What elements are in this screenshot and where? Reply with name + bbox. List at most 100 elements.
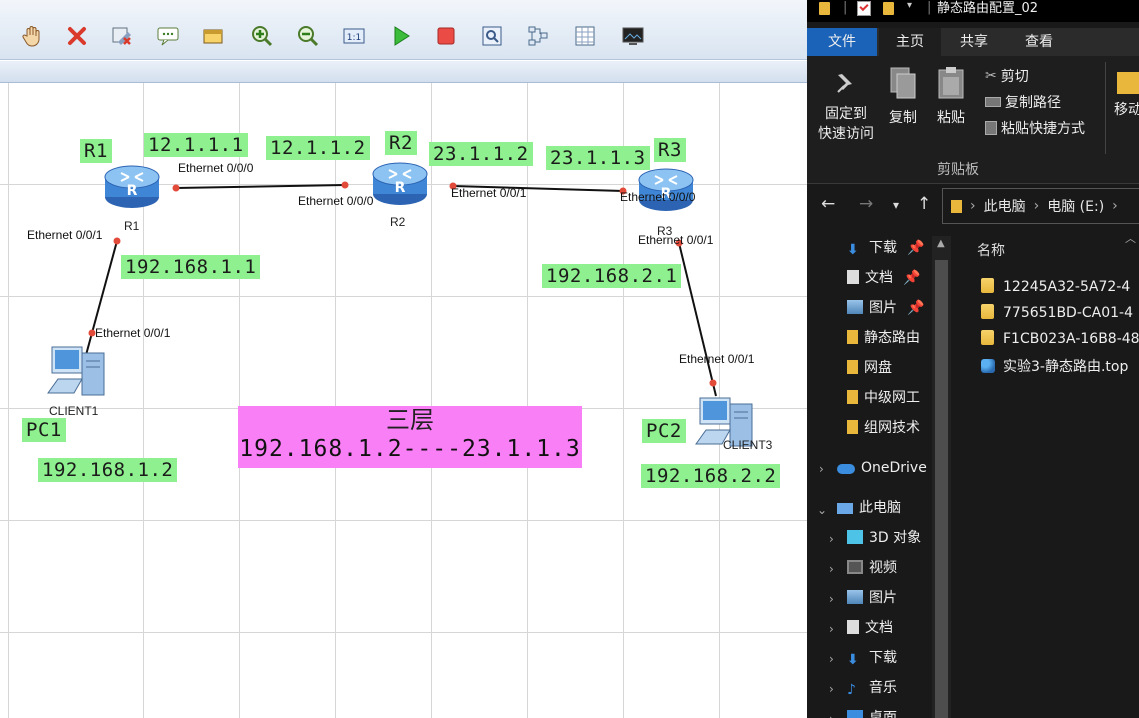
router-name-r1: R1 [124, 219, 140, 233]
nav-label: 视频 [869, 560, 897, 576]
nav-label: 此电脑 [859, 500, 901, 516]
tab-file[interactable]: 文件 [807, 28, 877, 56]
nav-item-music[interactable]: ♪ 音乐 [847, 673, 897, 703]
quick-access-dropdown-icon[interactable]: ▾ [907, 0, 912, 11]
nav-item-folder[interactable]: 静态路由 [847, 323, 920, 353]
port-dot [172, 184, 180, 192]
ip-label[interactable]: 23.1.1.3 [546, 146, 650, 170]
port-dot [709, 379, 717, 387]
move-to-button[interactable]: 移动 [1111, 70, 1139, 120]
router-r1[interactable]: R [103, 161, 161, 215]
nav-label: 下载 [869, 650, 897, 666]
breadcrumb-this-pc[interactable]: 此电脑 [984, 196, 1026, 216]
back-arrow-icon[interactable]: ← [821, 194, 835, 214]
ribbon-group-clipboard: 剪贴板 [937, 162, 979, 178]
file-item[interactable]: 12245A32-5A72-4 [981, 274, 1130, 300]
paste-shortcut-button[interactable]: 粘贴快捷方式 [985, 118, 1085, 138]
tag-r3[interactable]: R3 [654, 138, 686, 162]
client-pc1[interactable] [46, 343, 110, 407]
ip-label[interactable]: 192.168.2.1 [542, 264, 682, 288]
nav-item-videos[interactable]: 视频 [847, 553, 897, 583]
svg-text:R: R [395, 180, 406, 196]
nav-item-pictures[interactable]: 图片 📌 [847, 293, 924, 323]
tab-home[interactable]: 主页 [879, 28, 941, 56]
folder-icon [847, 390, 858, 404]
nav-item-onedrive[interactable]: OneDrive [837, 453, 927, 483]
download-icon: ⬇ [847, 652, 859, 668]
ribbon: 固定到 快速访问 复制 粘贴 ✂ 剪切 复制路径 粘贴快捷方式 移动 剪贴板 [807, 56, 1139, 184]
ip-label[interactable]: 23.1.1.2 [429, 142, 533, 166]
computer-icon [47, 346, 105, 396]
tag-r1[interactable]: R1 [80, 139, 112, 163]
new-folder-icon[interactable] [883, 2, 894, 15]
pin-quick-access-button[interactable]: 固定到 快速访问 [815, 70, 877, 144]
nav-item-documents[interactable]: 文档 📌 [847, 263, 920, 293]
router-name-r2: R2 [390, 215, 406, 229]
pin-label-1: 固定到 [825, 106, 867, 122]
nav-label: 网盘 [864, 360, 892, 376]
ip-label[interactable]: 192.168.1.1 [121, 255, 261, 279]
ip-label[interactable]: 192.168.1.2 [38, 458, 178, 482]
tag-pc2[interactable]: PC2 [642, 419, 686, 443]
recent-dropdown-icon[interactable]: ▾ [893, 198, 899, 212]
tab-view[interactable]: 查看 [1007, 28, 1071, 56]
chevron-right-icon[interactable]: › [829, 562, 834, 576]
folder-icon [981, 330, 994, 345]
properties-icon[interactable] [857, 1, 871, 16]
chevron-right-icon[interactable]: › [829, 592, 834, 606]
nav-item-this-pc[interactable]: 此电脑 [837, 493, 901, 523]
nav-label: 文档 [865, 270, 893, 286]
folder-icon [951, 199, 962, 213]
ip-label[interactable]: 12.1.1.2 [266, 136, 370, 160]
file-item[interactable]: 实验3-静态路由.top [981, 354, 1128, 380]
chevron-right-icon[interactable]: › [829, 682, 834, 696]
copy-label: 复制 [889, 110, 917, 126]
nav-item-documents[interactable]: 文档 [847, 613, 893, 643]
nav-item-folder[interactable]: 中级网工 [847, 383, 920, 413]
ribbon-divider [1105, 62, 1106, 154]
copy-path-button[interactable]: 复制路径 [985, 92, 1061, 112]
address-bar[interactable]: › 此电脑 › 电脑 (E:) › [942, 188, 1139, 224]
router-r2[interactable]: R [371, 158, 429, 212]
file-item[interactable]: 775651BD-CA01-4 [981, 300, 1133, 326]
forward-arrow-icon[interactable]: → [859, 194, 873, 214]
document-icon [847, 620, 859, 634]
nav-item-desktop[interactable]: 桌面 [847, 703, 897, 718]
tab-share[interactable]: 共享 [943, 28, 1005, 56]
nav-item-3d-objects[interactable]: 3D 对象 [847, 523, 921, 553]
tag-r2[interactable]: R2 [385, 131, 417, 155]
cut-button[interactable]: ✂ 剪切 [985, 66, 1029, 86]
ip-label[interactable]: 192.168.2.2 [641, 464, 781, 488]
link-r3-pc2[interactable] [678, 242, 717, 397]
pin-icon [837, 74, 852, 93]
breadcrumb-drive[interactable]: 电脑 (E:) [1047, 196, 1104, 216]
nav-item-downloads[interactable]: ⬇ 下载 [847, 643, 897, 673]
move-to-label: 移动 [1114, 102, 1139, 118]
nav-label: 文档 [865, 620, 893, 636]
ip-label[interactable]: 12.1.1.1 [144, 133, 248, 157]
nav-item-downloads[interactable]: ⬇ 下载 📌 [847, 233, 924, 263]
link-r1-r2[interactable] [175, 184, 346, 189]
file-name: F1CB023A-16B8-48 [1003, 331, 1139, 347]
column-header-name[interactable]: 名称 [977, 240, 1005, 260]
chevron-right-icon[interactable]: › [829, 622, 834, 636]
file-item[interactable]: F1CB023A-16B8-48 [981, 326, 1139, 352]
tag-pc1[interactable]: PC1 [22, 418, 66, 442]
chevron-right-icon[interactable]: › [829, 652, 834, 666]
folder-icon [819, 2, 830, 15]
up-arrow-icon[interactable]: ↑ [917, 194, 931, 214]
copy-button[interactable]: 复制 [883, 64, 923, 128]
annotation-box[interactable]: 三层 192.168.1.2----23.1.1.3 [238, 406, 582, 468]
chevron-right-icon[interactable]: › [829, 532, 834, 546]
title-bar: | ▾ | 静态路由配置_02 [807, 0, 1139, 22]
paste-button[interactable]: 粘贴 [931, 64, 971, 128]
chevron-right-icon[interactable]: › [819, 462, 824, 476]
nav-item-pictures[interactable]: 图片 [847, 583, 897, 613]
nav-item-folder[interactable]: 网盘 [847, 353, 892, 383]
separator: | [927, 0, 932, 15]
chevron-down-icon[interactable]: ⌄ [817, 503, 827, 517]
chevron-right-icon[interactable]: › [829, 712, 834, 718]
document-icon [847, 270, 859, 284]
nav-item-folder[interactable]: 组网技术 [847, 413, 920, 443]
film-icon [847, 560, 863, 574]
